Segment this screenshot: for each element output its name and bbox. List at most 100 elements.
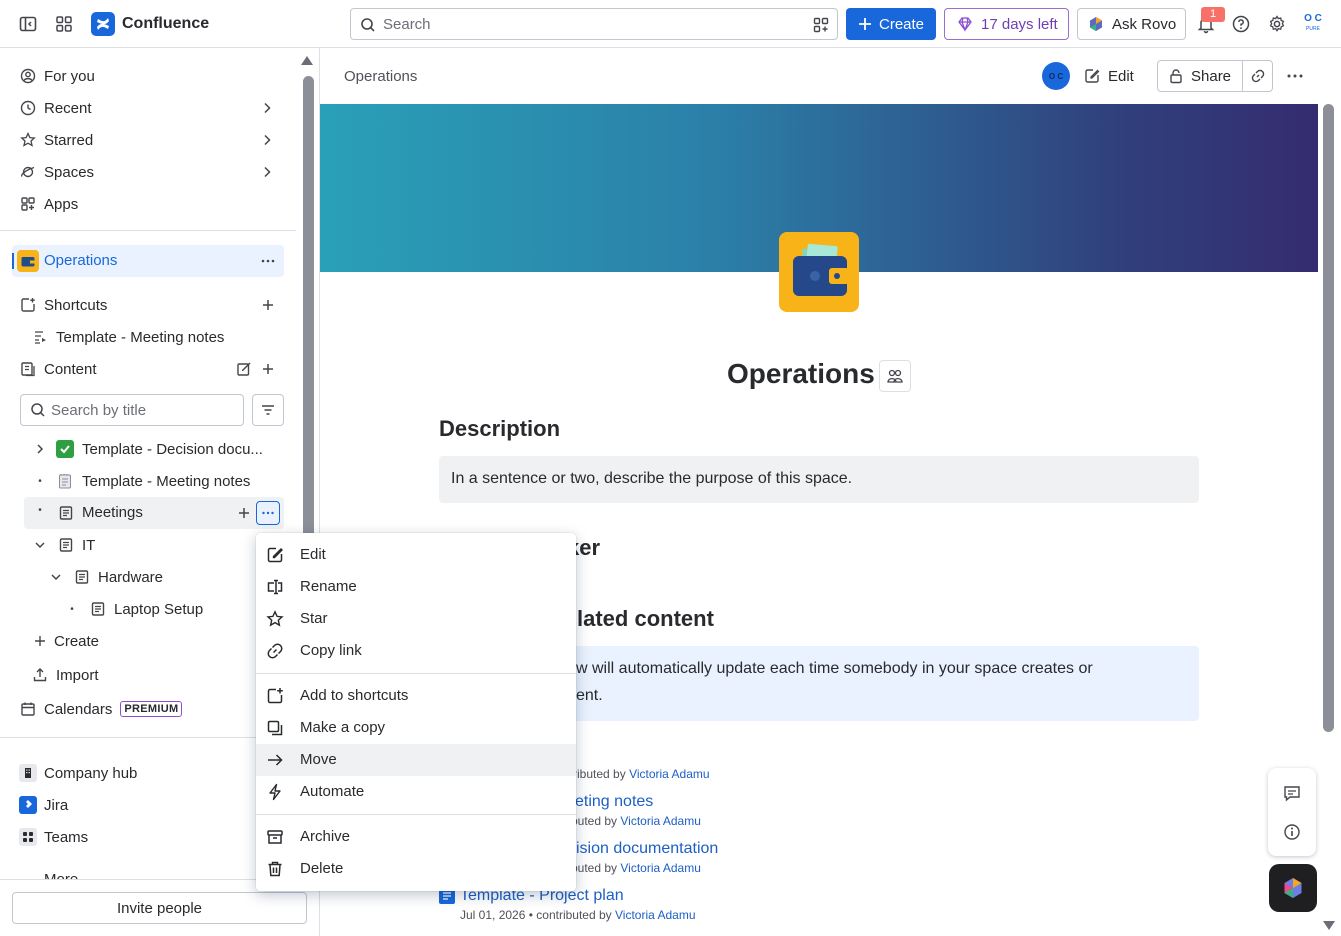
- clock-icon: [12, 100, 44, 116]
- menu-item-copy-link[interactable]: Copy link: [256, 635, 576, 667]
- page-scrollbar-thumb[interactable]: [1323, 104, 1334, 732]
- sidebar-shortcuts-header[interactable]: Shortcuts: [12, 289, 284, 321]
- sidebar-content-header[interactable]: Content: [12, 353, 284, 385]
- tree-item-hardware[interactable]: Hardware: [46, 561, 163, 593]
- user-avatar[interactable]: O C PURE: [1300, 12, 1326, 38]
- sidebar-item-calendars[interactable]: Calendars PREMIUM: [12, 693, 284, 725]
- sidebar-item-label: Spaces: [44, 163, 95, 181]
- edit-label: Edit: [1108, 67, 1134, 85]
- app-switcher-icon[interactable]: [54, 14, 74, 34]
- sidebar-app-jira[interactable]: Jira: [12, 789, 284, 821]
- rovo-chat-button[interactable]: [1269, 864, 1317, 912]
- tree-item-it[interactable]: IT: [30, 529, 95, 561]
- sidebar-app-teams[interactable]: Teams: [12, 821, 284, 853]
- scroll-up-arrow-icon[interactable]: [300, 54, 314, 66]
- invite-people-button[interactable]: Invite people: [12, 892, 307, 924]
- chevron-right-icon: [260, 133, 274, 147]
- tree-item-meetings[interactable]: • Meetings: [24, 497, 284, 529]
- menu-item-rename[interactable]: Rename: [256, 571, 576, 603]
- sidebar-item-space-operations[interactable]: Operations: [12, 245, 284, 277]
- page-icon: [58, 505, 74, 521]
- add-content-icon[interactable]: [260, 361, 276, 377]
- sidebar-toggle-icon[interactable]: [18, 14, 38, 34]
- more-actions-icon[interactable]: [260, 253, 276, 269]
- menu-item-delete[interactable]: Delete: [256, 853, 576, 885]
- menu-item-add-to-shortcuts[interactable]: Add to shortcuts: [256, 680, 576, 712]
- settings-gear-icon[interactable]: [1267, 14, 1287, 34]
- breadcrumb[interactable]: Operations: [344, 68, 417, 85]
- menu-item-archive[interactable]: Archive: [256, 821, 576, 853]
- filter-button[interactable]: [252, 394, 284, 426]
- copy-link-icon[interactable]: [1250, 68, 1266, 84]
- global-search-input[interactable]: Search: [350, 8, 838, 40]
- menu-item-make-a-copy[interactable]: Make a copy: [256, 712, 576, 744]
- sidebar-item-apps[interactable]: Apps: [12, 188, 284, 220]
- add-shortcut-icon[interactable]: [260, 297, 276, 313]
- menu-item-automate[interactable]: Automate: [256, 776, 576, 808]
- tree-item-decision-doc[interactable]: Template - Decision docu...: [30, 433, 263, 465]
- tree-item-label: Meetings: [82, 504, 143, 521]
- page-actions-menu: Edit Rename Star Copy link Add to shortc…: [256, 533, 576, 891]
- sidebar-item-recent[interactable]: Recent: [12, 92, 284, 124]
- sidebar-divider: [0, 230, 296, 231]
- shortcut-item-label: Template - Meeting notes: [56, 328, 225, 346]
- tree-item-label: IT: [82, 536, 96, 554]
- info-icon[interactable]: [1283, 823, 1301, 841]
- collaborator-avatar[interactable]: O C: [1042, 62, 1070, 90]
- notepad-emoji-icon: [56, 472, 74, 490]
- menu-separator: [256, 673, 576, 674]
- trial-button[interactable]: 17 days left: [944, 8, 1069, 40]
- author-link[interactable]: Victoria Adamu: [615, 908, 696, 922]
- add-child-icon[interactable]: [236, 505, 252, 521]
- search-by-title-input[interactable]: Search by title: [20, 394, 244, 426]
- sidebar-item-starred[interactable]: Starred: [12, 124, 284, 156]
- scroll-down-arrow-icon[interactable]: [1322, 920, 1336, 932]
- create-content-link[interactable]: Create: [30, 625, 99, 657]
- content-item-link[interactable]: ision documentation: [576, 840, 718, 857]
- edit-content-icon[interactable]: [236, 361, 252, 377]
- chevron-right-icon[interactable]: [30, 443, 50, 455]
- menu-item-star[interactable]: Star: [256, 603, 576, 635]
- apps-grid-icon: [12, 196, 44, 212]
- content-item-title[interactable]: eting notes: [575, 793, 653, 811]
- create-button[interactable]: Create: [846, 8, 936, 40]
- selected-indicator: [12, 253, 14, 269]
- premium-badge: PREMIUM: [120, 701, 183, 717]
- user-circle-icon: [12, 68, 44, 84]
- content-item-title[interactable]: ision documentation: [576, 840, 718, 858]
- menu-item-label: Copy link: [300, 642, 362, 659]
- author-link[interactable]: Victoria Adamu: [620, 861, 701, 875]
- menu-item-move[interactable]: Move: [256, 744, 576, 776]
- create-button-label: Create: [879, 15, 925, 33]
- author-link[interactable]: Victoria Adamu: [629, 767, 710, 781]
- space-people-button[interactable]: [879, 360, 911, 392]
- content-item-link[interactable]: eting notes: [575, 793, 653, 810]
- author-link[interactable]: Victoria Adamu: [620, 814, 701, 828]
- content-item-meta: Jul 01, 2026 • contributed by Victoria A…: [460, 908, 696, 922]
- help-icon[interactable]: [1231, 14, 1251, 34]
- content-item-meta: buted by Victoria Adamu: [571, 814, 701, 828]
- more-actions-button[interactable]: [256, 501, 280, 525]
- menu-item-label: Star: [300, 610, 328, 627]
- sidebar-app-company-hub[interactable]: Company hub: [12, 757, 284, 789]
- import-link[interactable]: Import: [30, 659, 99, 691]
- shortcut-item-meeting-notes[interactable]: Template - Meeting notes: [30, 321, 224, 353]
- sidebar-item-spaces[interactable]: Spaces: [12, 156, 284, 188]
- sidebar-scrollbar-thumb[interactable]: [303, 76, 314, 540]
- create-label: Create: [54, 632, 100, 650]
- confluence-logo[interactable]: Confluence: [91, 12, 209, 36]
- chevron-down-icon[interactable]: [46, 571, 66, 583]
- more-actions-icon[interactable]: [1286, 68, 1304, 84]
- menu-item-edit[interactable]: Edit: [256, 539, 576, 571]
- tree-item-meeting-notes[interactable]: • Template - Meeting notes: [30, 465, 250, 497]
- chevron-down-icon[interactable]: [30, 539, 50, 551]
- tree-item-laptop-setup[interactable]: • Laptop Setup: [62, 593, 203, 625]
- share-button-group: Share: [1157, 60, 1273, 92]
- ask-rovo-button[interactable]: Ask Rovo: [1077, 8, 1186, 40]
- search-filter-icon[interactable]: [813, 17, 829, 33]
- sidebar-item-for-you[interactable]: For you: [12, 60, 284, 92]
- share-button[interactable]: Share: [1158, 61, 1242, 91]
- edit-page-button[interactable]: Edit: [1084, 60, 1134, 92]
- description-panel[interactable]: In a sentence or two, describe the purpo…: [439, 456, 1199, 503]
- comment-icon[interactable]: [1283, 784, 1301, 802]
